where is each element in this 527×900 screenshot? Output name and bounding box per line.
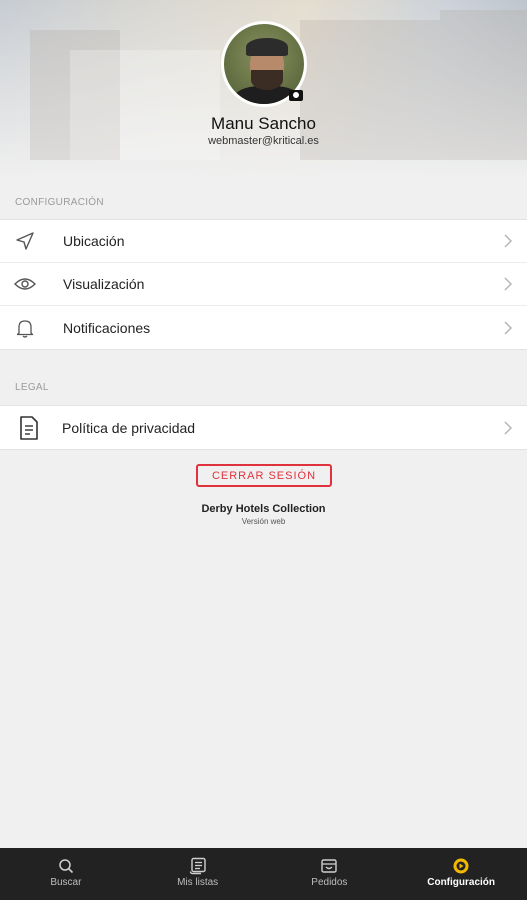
chevron-right-icon: [504, 420, 513, 435]
settings-item-notificaciones[interactable]: Notificaciones: [0, 306, 527, 349]
tab-mis-listas[interactable]: Mis listas: [132, 848, 264, 900]
settings-item-label: Política de privacidad: [62, 419, 196, 436]
settings-item-privacidad[interactable]: Política de privacidad: [0, 406, 527, 449]
section-title-configuracion: CONFIGURACIÓN: [15, 197, 104, 208]
tab-label: Buscar: [50, 877, 82, 888]
version-label: Versión web: [241, 517, 286, 526]
section-title-legal: LEGAL: [15, 382, 49, 393]
bottom-tab-bar: Buscar Mis listas Pedidos Configuración: [0, 848, 527, 900]
profile-email: webmaster@kritical.es: [208, 135, 319, 147]
config-list: Ubicación Visualización Notificaciones: [0, 219, 527, 350]
settings-item-ubicacion[interactable]: Ubicación: [0, 220, 527, 263]
search-icon: [57, 857, 75, 875]
chevron-right-icon: [504, 320, 513, 335]
tab-label: Mis listas: [177, 877, 219, 888]
logout-button[interactable]: CERRAR SESIÓN: [196, 464, 332, 487]
tab-label: Configuración: [427, 877, 496, 888]
bell-icon: [14, 317, 36, 339]
settings-item-label: Notificaciones: [63, 319, 151, 336]
eye-icon: [14, 273, 36, 295]
chevron-right-icon: [504, 234, 513, 248]
tab-configuracion[interactable]: Configuración: [395, 848, 527, 900]
settings-item-label: Ubicación: [63, 233, 125, 249]
navigation-arrow-icon: [14, 230, 36, 252]
list-icon: [189, 857, 207, 875]
document-icon: [18, 415, 40, 440]
camera-icon[interactable]: [289, 90, 303, 101]
brand-name: Derby Hotels Collection: [201, 503, 326, 515]
tab-buscar[interactable]: Buscar: [0, 848, 132, 900]
settings-item-label: Visualización: [63, 276, 145, 292]
settings-icon: [452, 857, 470, 875]
tab-pedidos[interactable]: Pedidos: [264, 848, 396, 900]
orders-icon: [320, 857, 338, 875]
chevron-right-icon: [504, 277, 513, 291]
tab-label: Pedidos: [311, 877, 348, 888]
settings-item-visualizacion[interactable]: Visualización: [0, 263, 527, 306]
profile-name: Manu Sancho: [211, 114, 316, 133]
legal-list: Política de privacidad: [0, 405, 527, 450]
